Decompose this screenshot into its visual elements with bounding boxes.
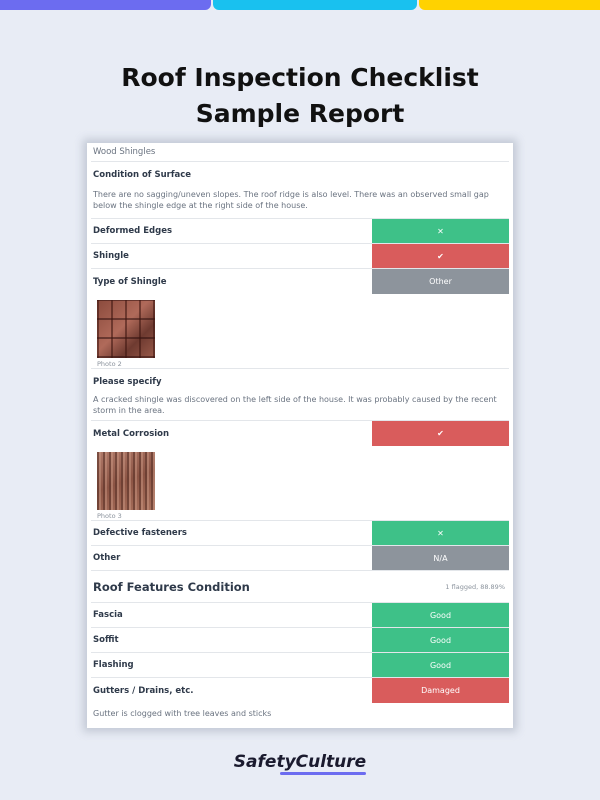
item-label: Gutters / Drains, etc. — [93, 685, 194, 696]
page-title: Roof Inspection Checklist Sample Report — [0, 60, 600, 132]
please-specify-label: Please specify — [93, 377, 162, 387]
item-label: Metal Corrosion — [93, 428, 170, 439]
item-row: Type of Shingle Other — [91, 269, 509, 294]
condition-of-surface-note: There are no sagging/uneven slopes. The … — [93, 190, 489, 210]
top-bar-purple — [0, 0, 211, 10]
corrosion-photo[interactable] — [97, 452, 155, 510]
item-label: Deformed Edges — [93, 226, 173, 236]
shingle-photo[interactable] — [97, 300, 155, 358]
condition-of-surface-label: Condition of Surface — [93, 170, 192, 180]
item-label: Type of Shingle — [93, 276, 167, 287]
item-row: Other N/A — [91, 546, 509, 571]
title-line-1: Roof Inspection Checklist — [121, 63, 479, 92]
please-specify-note: A cracked shingle was discovered on the … — [93, 395, 497, 415]
features-meta: 1 flagged, 88.89% — [445, 582, 505, 591]
please-specify: Please specify A cracked shingle was dis… — [91, 369, 509, 421]
photo-3-caption: Photo 3 — [97, 512, 122, 520]
response-badge: Good — [372, 603, 509, 627]
photo-3-block: Photo 3 — [91, 446, 509, 521]
report-card: Wood Shingles Condition of Surface There… — [87, 143, 513, 728]
item-row: Soffit Good — [91, 628, 509, 653]
item-label: Shingle — [93, 251, 129, 261]
response-badge: ✔ — [372, 421, 509, 446]
item-row: Gutters / Drains, etc. Damaged — [91, 678, 509, 703]
gutter-note: Gutter is clogged with tree leaves and s… — [93, 709, 272, 718]
top-color-bar — [0, 0, 600, 10]
features-summary: Roof Features Condition 1 flagged, 88.89… — [91, 571, 509, 603]
response-badge: ✔ — [372, 244, 509, 268]
brand-underline — [280, 772, 366, 775]
item-label: Defective fasteners — [93, 528, 187, 538]
response-badge: ✕ — [372, 219, 509, 243]
item-row: Shingle ✔ — [91, 244, 509, 269]
item-row: Fascia Good — [91, 603, 509, 628]
item-row: Metal Corrosion ✔ — [91, 421, 509, 446]
photo-2-caption: Photo 2 — [97, 360, 122, 368]
photo-2-block: Photo 2 — [91, 294, 509, 369]
features-title: Roof Features Condition — [93, 579, 250, 594]
response-badge: Good — [372, 628, 509, 652]
section-label: Wood Shingles — [91, 143, 509, 162]
top-bar-yellow — [419, 0, 600, 10]
item-label: Fascia — [93, 610, 123, 620]
title-line-2: Sample Report — [195, 99, 405, 128]
response-badge: Damaged — [372, 678, 509, 703]
item-row: Defective fasteners ✕ — [91, 521, 509, 546]
item-label: Flashing — [93, 660, 134, 670]
top-bar-blue — [213, 0, 417, 10]
condition-of-surface: Condition of Surface There are no saggin… — [91, 162, 509, 219]
item-row: Flashing Good — [91, 653, 509, 678]
item-label: Other — [93, 553, 121, 563]
response-badge: ✕ — [372, 521, 509, 545]
response-badge: Good — [372, 653, 509, 677]
item-label: Soffit — [93, 635, 119, 645]
response-badge: N/A — [372, 546, 509, 570]
response-badge: Other — [372, 269, 509, 294]
item-row: Deformed Edges ✕ — [91, 219, 509, 244]
brand-logo: SafetyCulture — [233, 752, 367, 772]
